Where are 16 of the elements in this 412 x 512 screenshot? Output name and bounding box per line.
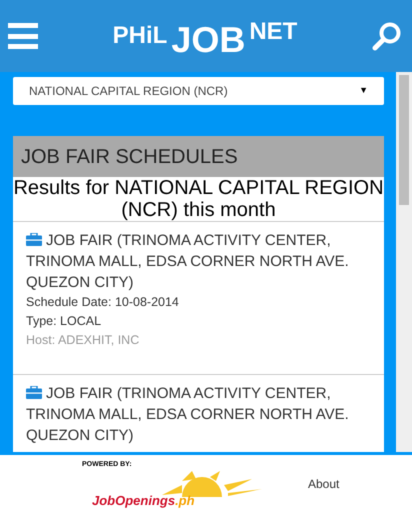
menu-button[interactable] [8, 23, 38, 49]
schedule-date: Schedule Date: 10-08-2014 [26, 294, 180, 311]
scrollbar[interactable] [396, 72, 412, 452]
briefcase-icon [26, 233, 42, 246]
job-fair-title[interactable]: JOB FAIR (TRINOMA ACTIVITY CENTER, TRINOMA MALL, EDSA CORNER NORTH AVE. QUEZON CITY) [26, 383, 371, 446]
partner-logo[interactable]: JobOpenings.ph [92, 470, 272, 507]
briefcase-icon [26, 386, 42, 399]
region-select[interactable]: NATIONAL CAPITAL REGION (NCR) ▼ [13, 77, 384, 105]
results-heading: Results for NATIONAL CAPITAL REGION (NCR) this month [13, 177, 384, 222]
dropdown-arrow: ▼ [359, 84, 368, 98]
about-link[interactable]: About [308, 474, 340, 492]
job-fair-title[interactable]: JOB FAIR (TRINOMA ACTIVITY CENTER, TRINOMA MALL, EDSA CORNER NORTH AVE. QUEZON CITY) [26, 230, 371, 293]
fair-host: Host: ADEXHIT, INC [26, 332, 140, 349]
fair-type: Type: LOCAL [26, 313, 102, 330]
section-header: JOB FAIR SCHEDULES [13, 136, 384, 177]
search-icon [372, 21, 402, 51]
